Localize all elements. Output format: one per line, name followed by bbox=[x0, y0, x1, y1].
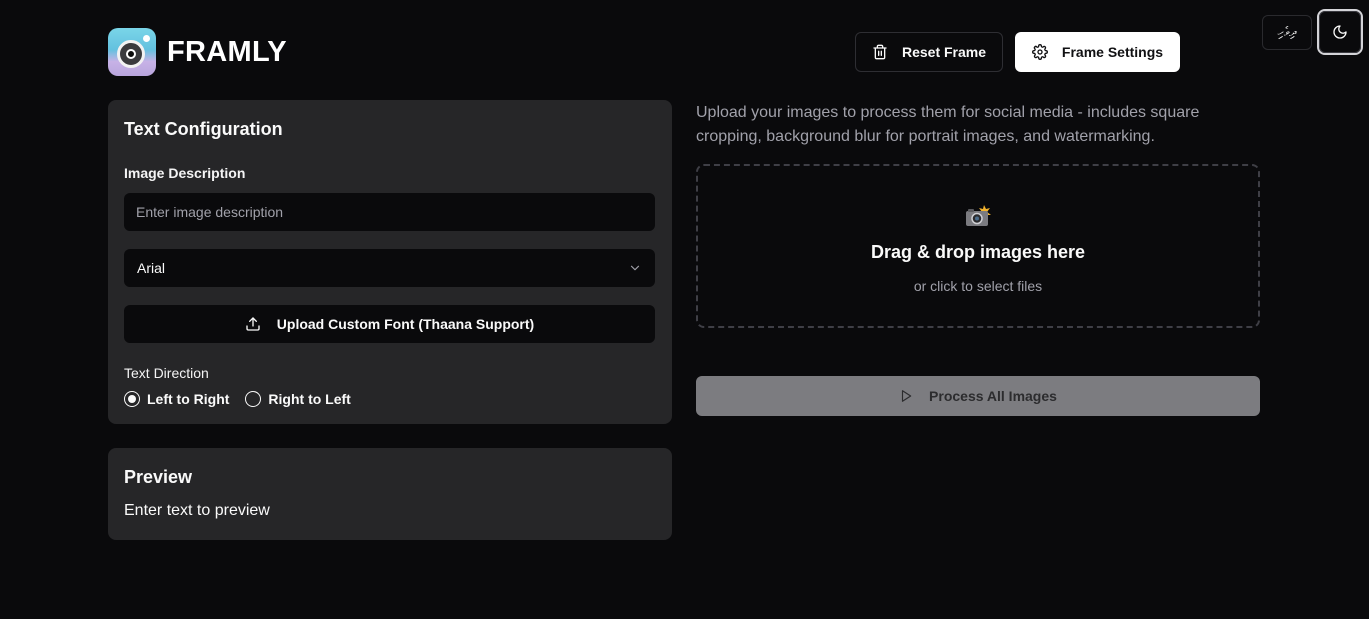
frame-settings-label: Frame Settings bbox=[1061, 44, 1164, 60]
frame-settings-button[interactable]: Frame Settings bbox=[1015, 32, 1180, 72]
upload-custom-font-button[interactable]: Upload Custom Font (Thaana Support) bbox=[124, 305, 655, 343]
brand-name: FRAMLY bbox=[167, 36, 287, 68]
process-all-images-button[interactable]: Process All Images bbox=[696, 376, 1260, 416]
radio-left-to-right-label: Left to Right bbox=[147, 391, 230, 407]
play-icon bbox=[901, 390, 912, 402]
upload-intro-text: Upload your images to process them for s… bbox=[696, 104, 1200, 145]
font-select-value: Arial bbox=[137, 260, 166, 276]
radio-right-to-left[interactable]: Right to Left bbox=[245, 391, 351, 407]
process-all-images-label: Process All Images bbox=[929, 388, 1057, 404]
app-logo bbox=[108, 28, 156, 76]
theme-toggle-button[interactable] bbox=[1317, 9, 1363, 55]
language-toggle-label: ދިވެހި bbox=[1277, 25, 1297, 40]
upload-custom-font-label: Upload Custom Font (Thaana Support) bbox=[276, 316, 535, 332]
dropzone-subtitle: or click to select files bbox=[913, 278, 1043, 294]
image-description-label: Image Description bbox=[124, 165, 246, 181]
preview-title: Preview bbox=[124, 467, 193, 487]
language-toggle-button[interactable]: ދިވެހި bbox=[1262, 15, 1312, 50]
reset-frame-label: Reset Frame bbox=[901, 44, 987, 60]
radio-circle bbox=[245, 391, 262, 407]
image-description-input[interactable] bbox=[124, 193, 655, 231]
preview-card: Preview Enter text to preview bbox=[108, 448, 672, 540]
text-configuration-card: Text Configuration Image Description Ari… bbox=[108, 100, 672, 424]
camera-flash-icon bbox=[966, 205, 991, 226]
moon-icon bbox=[1333, 25, 1347, 39]
reset-frame-button[interactable]: Reset Frame bbox=[855, 32, 1003, 72]
dropzone-title: Drag & drop images here bbox=[870, 242, 1086, 262]
trash-icon bbox=[873, 44, 887, 60]
radio-left-to-right[interactable]: Left to Right bbox=[124, 391, 229, 407]
text-direction-label: Text Direction bbox=[124, 365, 209, 381]
radio-circle-checked bbox=[124, 391, 140, 407]
text-direction-radio-group: Left to Right Right to Left bbox=[124, 391, 367, 407]
upload-icon bbox=[246, 317, 260, 331]
font-select[interactable]: Arial bbox=[124, 249, 655, 287]
radio-right-to-left-label: Right to Left bbox=[268, 391, 351, 407]
chevron-down-icon bbox=[630, 265, 640, 271]
image-dropzone[interactable]: Drag & drop images here or click to sele… bbox=[696, 164, 1260, 328]
preview-text: Enter text to preview bbox=[124, 502, 270, 519]
gear-icon bbox=[1031, 44, 1048, 60]
card-title: Text Configuration bbox=[124, 119, 283, 139]
